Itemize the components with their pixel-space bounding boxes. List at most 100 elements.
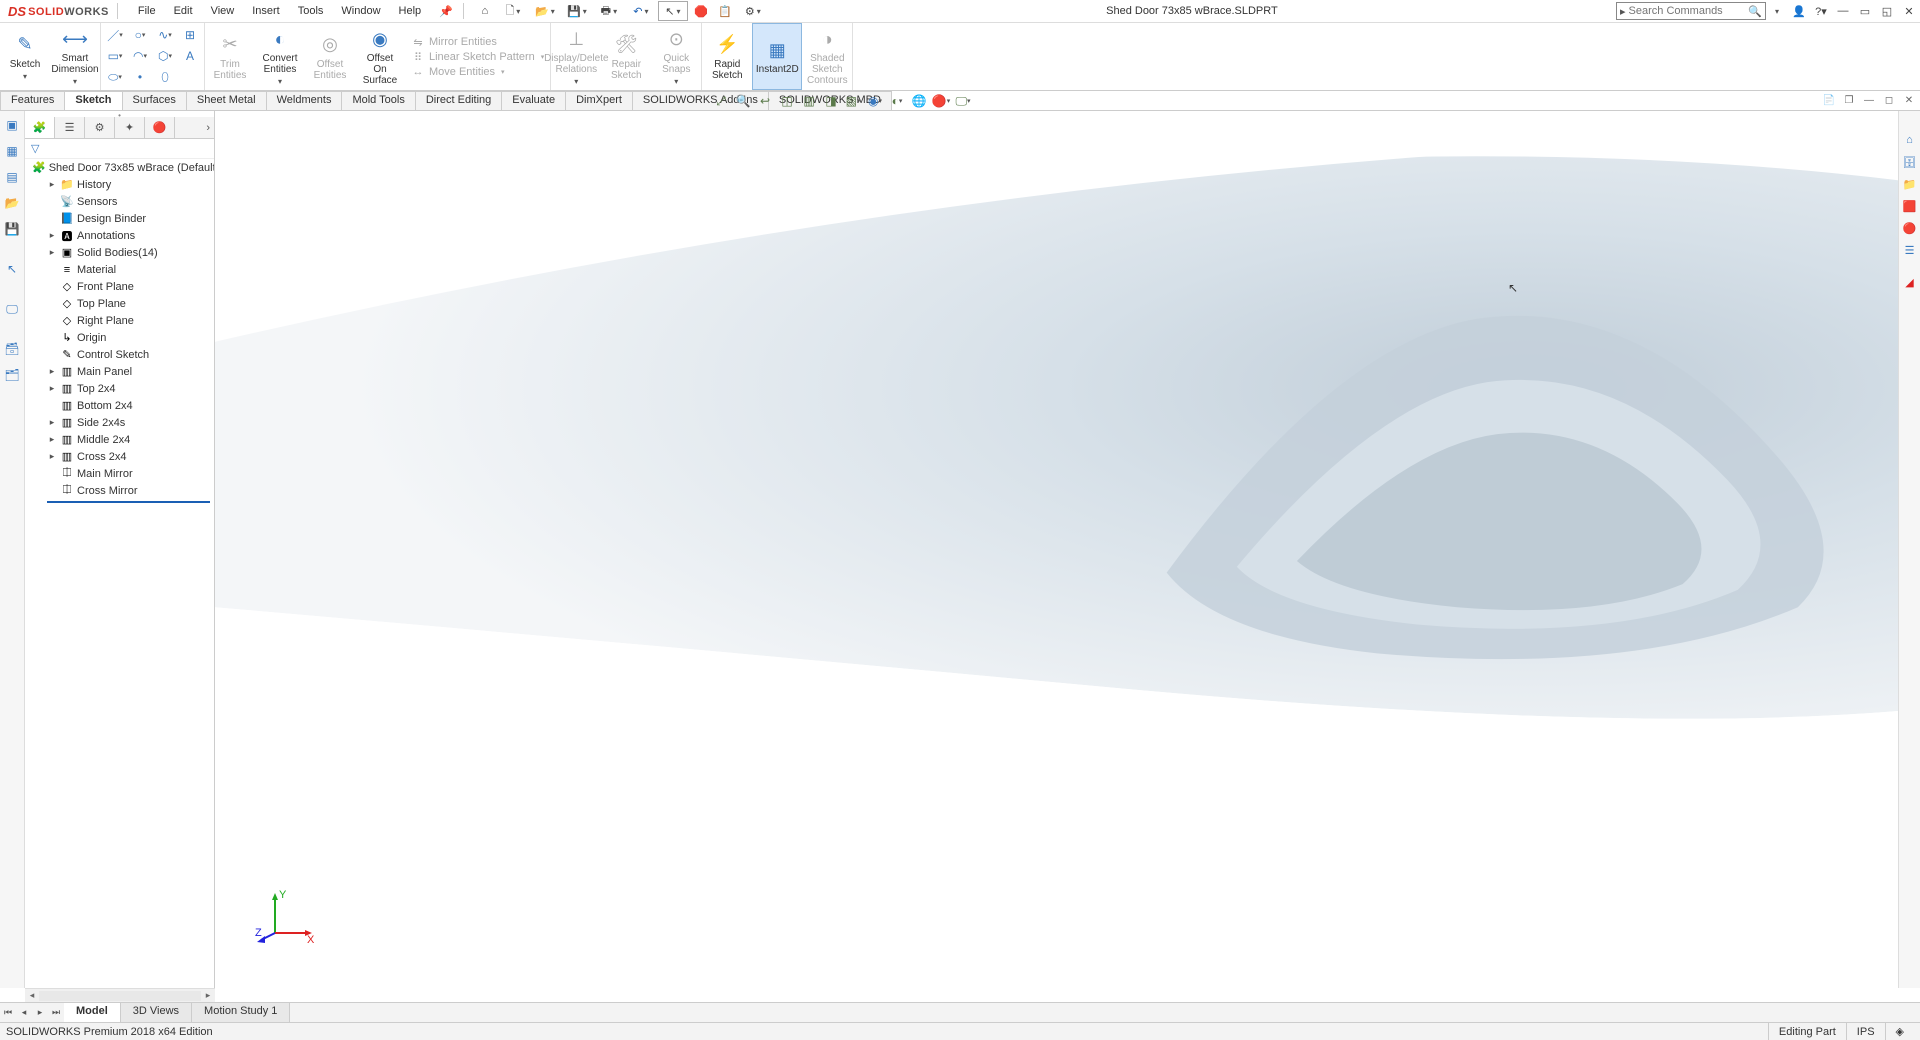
spline-icon[interactable]: ∿ [153,25,177,45]
tree-item[interactable]: ◇Right Plane [25,312,214,329]
circle-icon[interactable]: ○ [128,25,152,45]
orientation-icon[interactable]: ◨ [820,91,842,111]
convert-entities-button[interactable]: ◐ Convert Entities [255,23,305,90]
tree-item[interactable]: ⎅Cross Mirror [25,482,214,499]
menu-pin-icon[interactable]: 📌 [431,2,461,21]
search-dropdown[interactable]: ▾ [1770,7,1784,16]
linear-sketch-pattern[interactable]: ⠿Linear Sketch Pattern [411,51,544,64]
save-icon[interactable]: 💾 [562,1,592,21]
tp-design-library-icon[interactable]: 🗄 [1901,153,1919,171]
scene-icon[interactable]: ◐ [886,91,908,111]
mdi-restore-icon[interactable]: ❐ [1840,92,1858,108]
tree-item[interactable]: ◇Top Plane [25,295,214,312]
tree-expand-icon[interactable]: ▸ [47,417,57,428]
bottom-tab-model[interactable]: Model [64,1003,121,1022]
offset-on-surface-button[interactable]: ◉ Offset On Surface [355,23,405,90]
tree-item[interactable]: ≡Material [25,261,214,278]
tp-view-palette-icon[interactable]: 🟥 [1901,197,1919,215]
repair-sketch-button[interactable]: 🛠 Repair Sketch [601,23,651,90]
tree-item[interactable]: ⎅Main Mirror [25,465,214,482]
vt-display-icon[interactable]: 🖵 [2,299,22,319]
smart-dimension-button[interactable]: ⟷ Smart Dimension [50,23,100,90]
polygon-icon[interactable]: ⬡ [153,46,177,66]
hide-show-icon[interactable]: ◉ [864,91,886,111]
tab-surfaces[interactable]: Surfaces [122,91,187,110]
quick-snaps-button[interactable]: ⊙ Quick Snaps [651,23,701,90]
tree-item[interactable]: ▸▥Middle 2x4 [25,431,214,448]
print-icon[interactable]: 🖶 [594,1,624,21]
display-manager-tab[interactable]: 🔴 [145,117,175,138]
minimize-button[interactable]: — [1832,1,1854,21]
undo-icon[interactable]: ↶ [626,1,656,21]
home-icon[interactable]: ⌂ [474,1,496,21]
tree-rollback-bar[interactable] [47,501,210,503]
vt-part-icon[interactable]: ▣ [2,115,22,135]
tree-filter[interactable]: ▽ [25,139,214,159]
tree-expand-icon[interactable]: ▸ [47,179,57,190]
select-icon[interactable]: ↖ [658,1,688,21]
login-icon[interactable]: 👤 [1788,1,1810,21]
mdi-print-icon[interactable]: 📄 [1820,92,1838,108]
tab-sheet-metal[interactable]: Sheet Metal [186,91,267,110]
file-props-icon[interactable]: 📋 [714,1,736,21]
tree-expand-icon[interactable]: ▸ [47,383,57,394]
vt-resources-icon[interactable]: 🗂 [2,365,22,385]
tree-item[interactable]: ✎Control Sketch [25,346,214,363]
tree-item[interactable]: ▸▥Cross 2x4 [25,448,214,465]
tab-next-icon[interactable]: ▸ [32,1007,48,1018]
tab-prev-icon[interactable]: ◂ [16,1007,32,1018]
graphics-viewport[interactable]: ‹ Y X Z ↖ [215,111,1898,988]
feature-manager-tab[interactable]: 🧩 [25,117,55,138]
help-icon[interactable]: ?▾ [1810,1,1832,21]
tp-resources-icon[interactable]: ⌂ [1901,131,1919,149]
menu-help[interactable]: Help [391,2,430,20]
tab-evaluate[interactable]: Evaluate [501,91,566,110]
bottom-tab-motionstudy[interactable]: Motion Study 1 [192,1003,290,1022]
display-delete-relations-button[interactable]: ⊥ Display/Delete Relations [551,23,601,90]
tree-root[interactable]: 🧩 Shed Door 73x85 wBrace (Default<<Defa [25,159,214,176]
move-entities[interactable]: ↔Move Entities [411,66,544,78]
tp-custom-props-icon[interactable]: ☰ [1901,241,1919,259]
mirror-entities[interactable]: ⇋Mirror Entities [411,36,544,49]
fillet-icon[interactable] [178,67,202,87]
menu-edit[interactable]: Edit [166,2,201,20]
dimxpert-manager-tab[interactable]: ✦ [115,117,145,138]
options-icon[interactable]: ⚙ [738,1,768,21]
tree-expand-icon[interactable]: ▸ [47,366,57,377]
configuration-manager-tab[interactable]: ⚙ [85,117,115,138]
mdi-maximize-icon[interactable]: ◻ [1880,92,1898,108]
zoom-fit-icon[interactable]: ⤢ [710,91,732,111]
menu-view[interactable]: View [203,2,243,20]
slot-icon[interactable]: ⬭ [103,67,127,87]
tab-direct-editing[interactable]: Direct Editing [415,91,502,110]
text-icon[interactable]: A [178,46,202,66]
tree-item[interactable]: ▸▥Side 2x4s [25,414,214,431]
trim-entities-button[interactable]: ✂ Trim Entities [205,23,255,90]
restore-button[interactable]: ▭ [1854,1,1876,21]
tab-last-icon[interactable]: ⏭ [48,1007,64,1018]
tree-item[interactable]: ▸📁History [25,176,214,193]
vt-drawing-icon[interactable]: ▤ [2,167,22,187]
panel-hscroll[interactable]: ◂ ▸ [25,988,215,1002]
ellipse-icon[interactable]: ⬯ [153,67,177,87]
tree-item[interactable]: ▥Bottom 2x4 [25,397,214,414]
apply-scene-icon[interactable]: 🔴 [930,91,952,111]
menu-insert[interactable]: Insert [244,2,288,20]
tab-sketch[interactable]: Sketch [64,91,122,110]
tree-expand-icon[interactable]: ▸ [47,434,57,445]
offset-entities-button[interactable]: ◎ Offset Entities [305,23,355,90]
maximize-button[interactable]: ◱ [1876,1,1898,21]
tree-item[interactable]: 📡Sensors [25,193,214,210]
command-search[interactable]: ▸ 🔍 [1616,2,1766,20]
line-icon[interactable]: ／ [103,25,127,45]
trim-grid-icon[interactable]: ⊞ [178,25,202,45]
tab-mold-tools[interactable]: Mold Tools [341,91,415,110]
status-lock-icon[interactable]: ◈ [1885,1023,1914,1040]
tp-appearances-icon[interactable]: 🔴 [1901,219,1919,237]
menu-file[interactable]: File [130,2,164,20]
previous-view-icon[interactable]: ↩ [754,91,776,111]
rebuild-icon[interactable]: 🛑 [690,1,712,21]
manager-tabs-overflow[interactable]: › [175,117,214,138]
tree-expand-icon[interactable]: ▸ [47,230,57,241]
close-button[interactable]: ✕ [1898,1,1920,21]
